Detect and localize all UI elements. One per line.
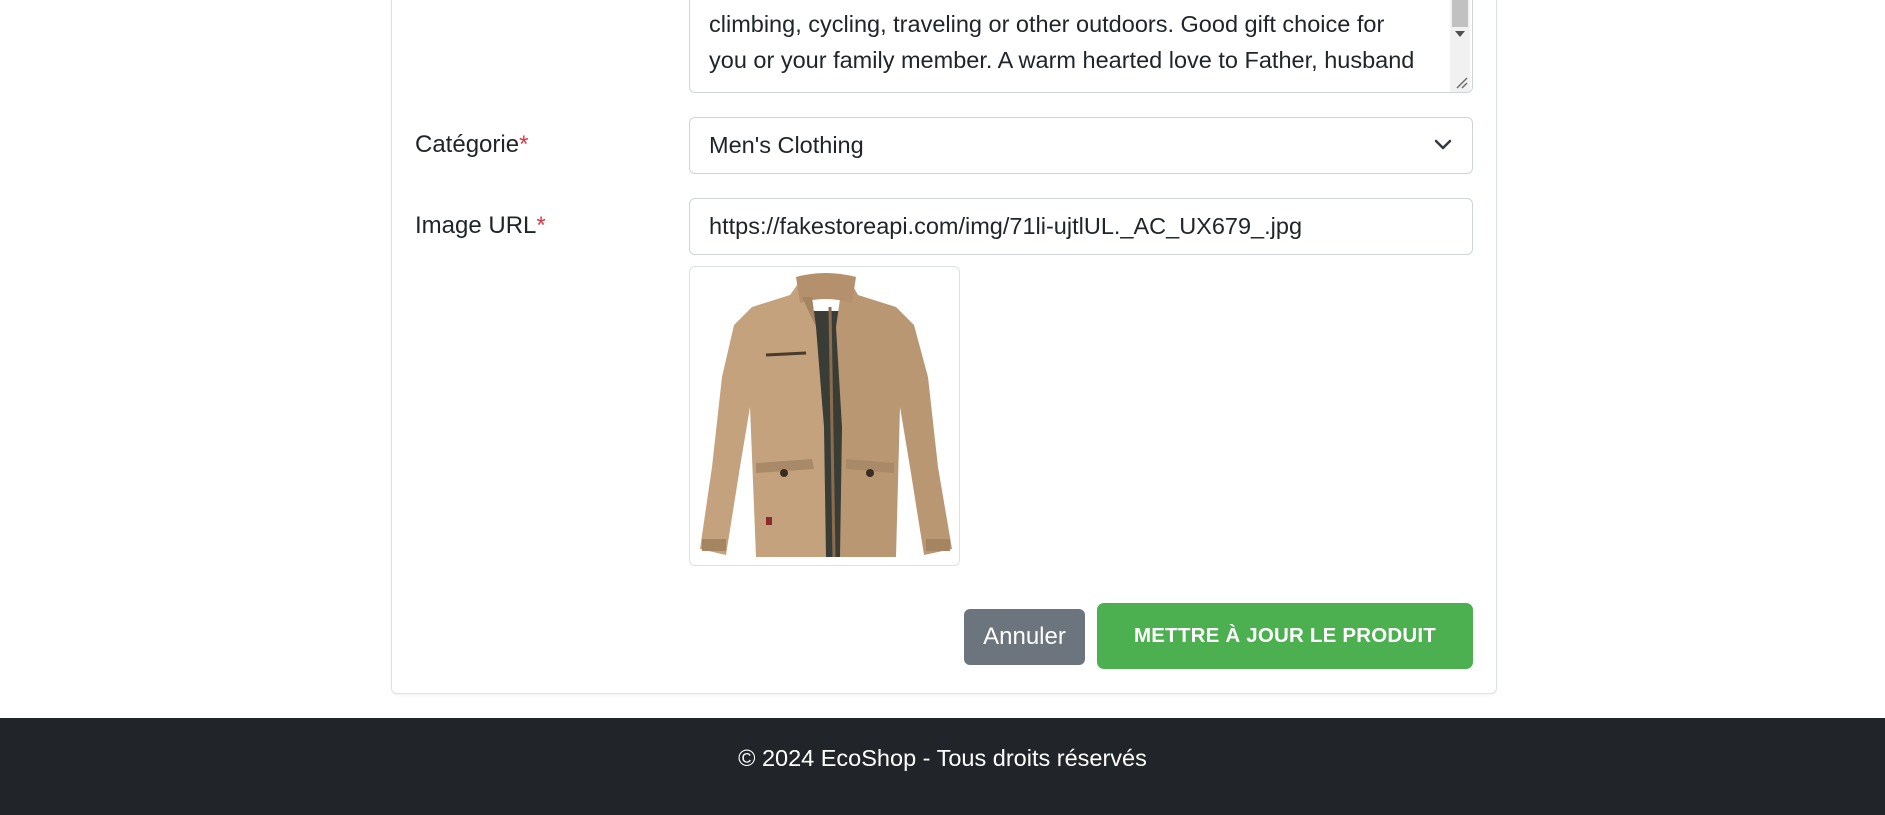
site-footer: © 2024 EcoShop - Tous droits réservés	[0, 718, 1885, 815]
image-url-input[interactable]	[689, 198, 1473, 255]
chevron-down-icon	[1434, 139, 1452, 150]
description-textarea[interactable]: occasions, such as working, hiking, camp…	[689, 0, 1473, 93]
category-label: Catégorie*	[415, 131, 528, 159]
image-url-field[interactable]	[690, 199, 1472, 254]
image-url-label: Image URL*	[415, 212, 546, 240]
description-text: occasions, such as working, hiking, camp…	[709, 10, 1415, 74]
category-selected-value: Men's Clothing	[709, 132, 864, 158]
required-asterisk: *	[519, 131, 529, 158]
category-label-text: Catégorie	[415, 131, 520, 158]
scrollbar-thumb[interactable]	[1452, 0, 1468, 27]
cancel-button[interactable]: Annuler	[964, 609, 1085, 665]
resize-grip-icon[interactable]	[1454, 75, 1468, 89]
jacket-image	[700, 273, 952, 558]
category-select[interactable]: Men's Clothing	[689, 117, 1473, 174]
image-url-label-text: Image URL	[415, 212, 537, 239]
required-asterisk: *	[536, 212, 546, 239]
scroll-down-arrow-icon[interactable]	[1455, 31, 1465, 37]
update-product-button[interactable]: METTRE À JOUR LE PRODUIT	[1097, 603, 1473, 669]
footer-copyright: © 2024 EcoShop - Tous droits réservés	[738, 745, 1147, 771]
product-image-preview	[689, 266, 960, 566]
